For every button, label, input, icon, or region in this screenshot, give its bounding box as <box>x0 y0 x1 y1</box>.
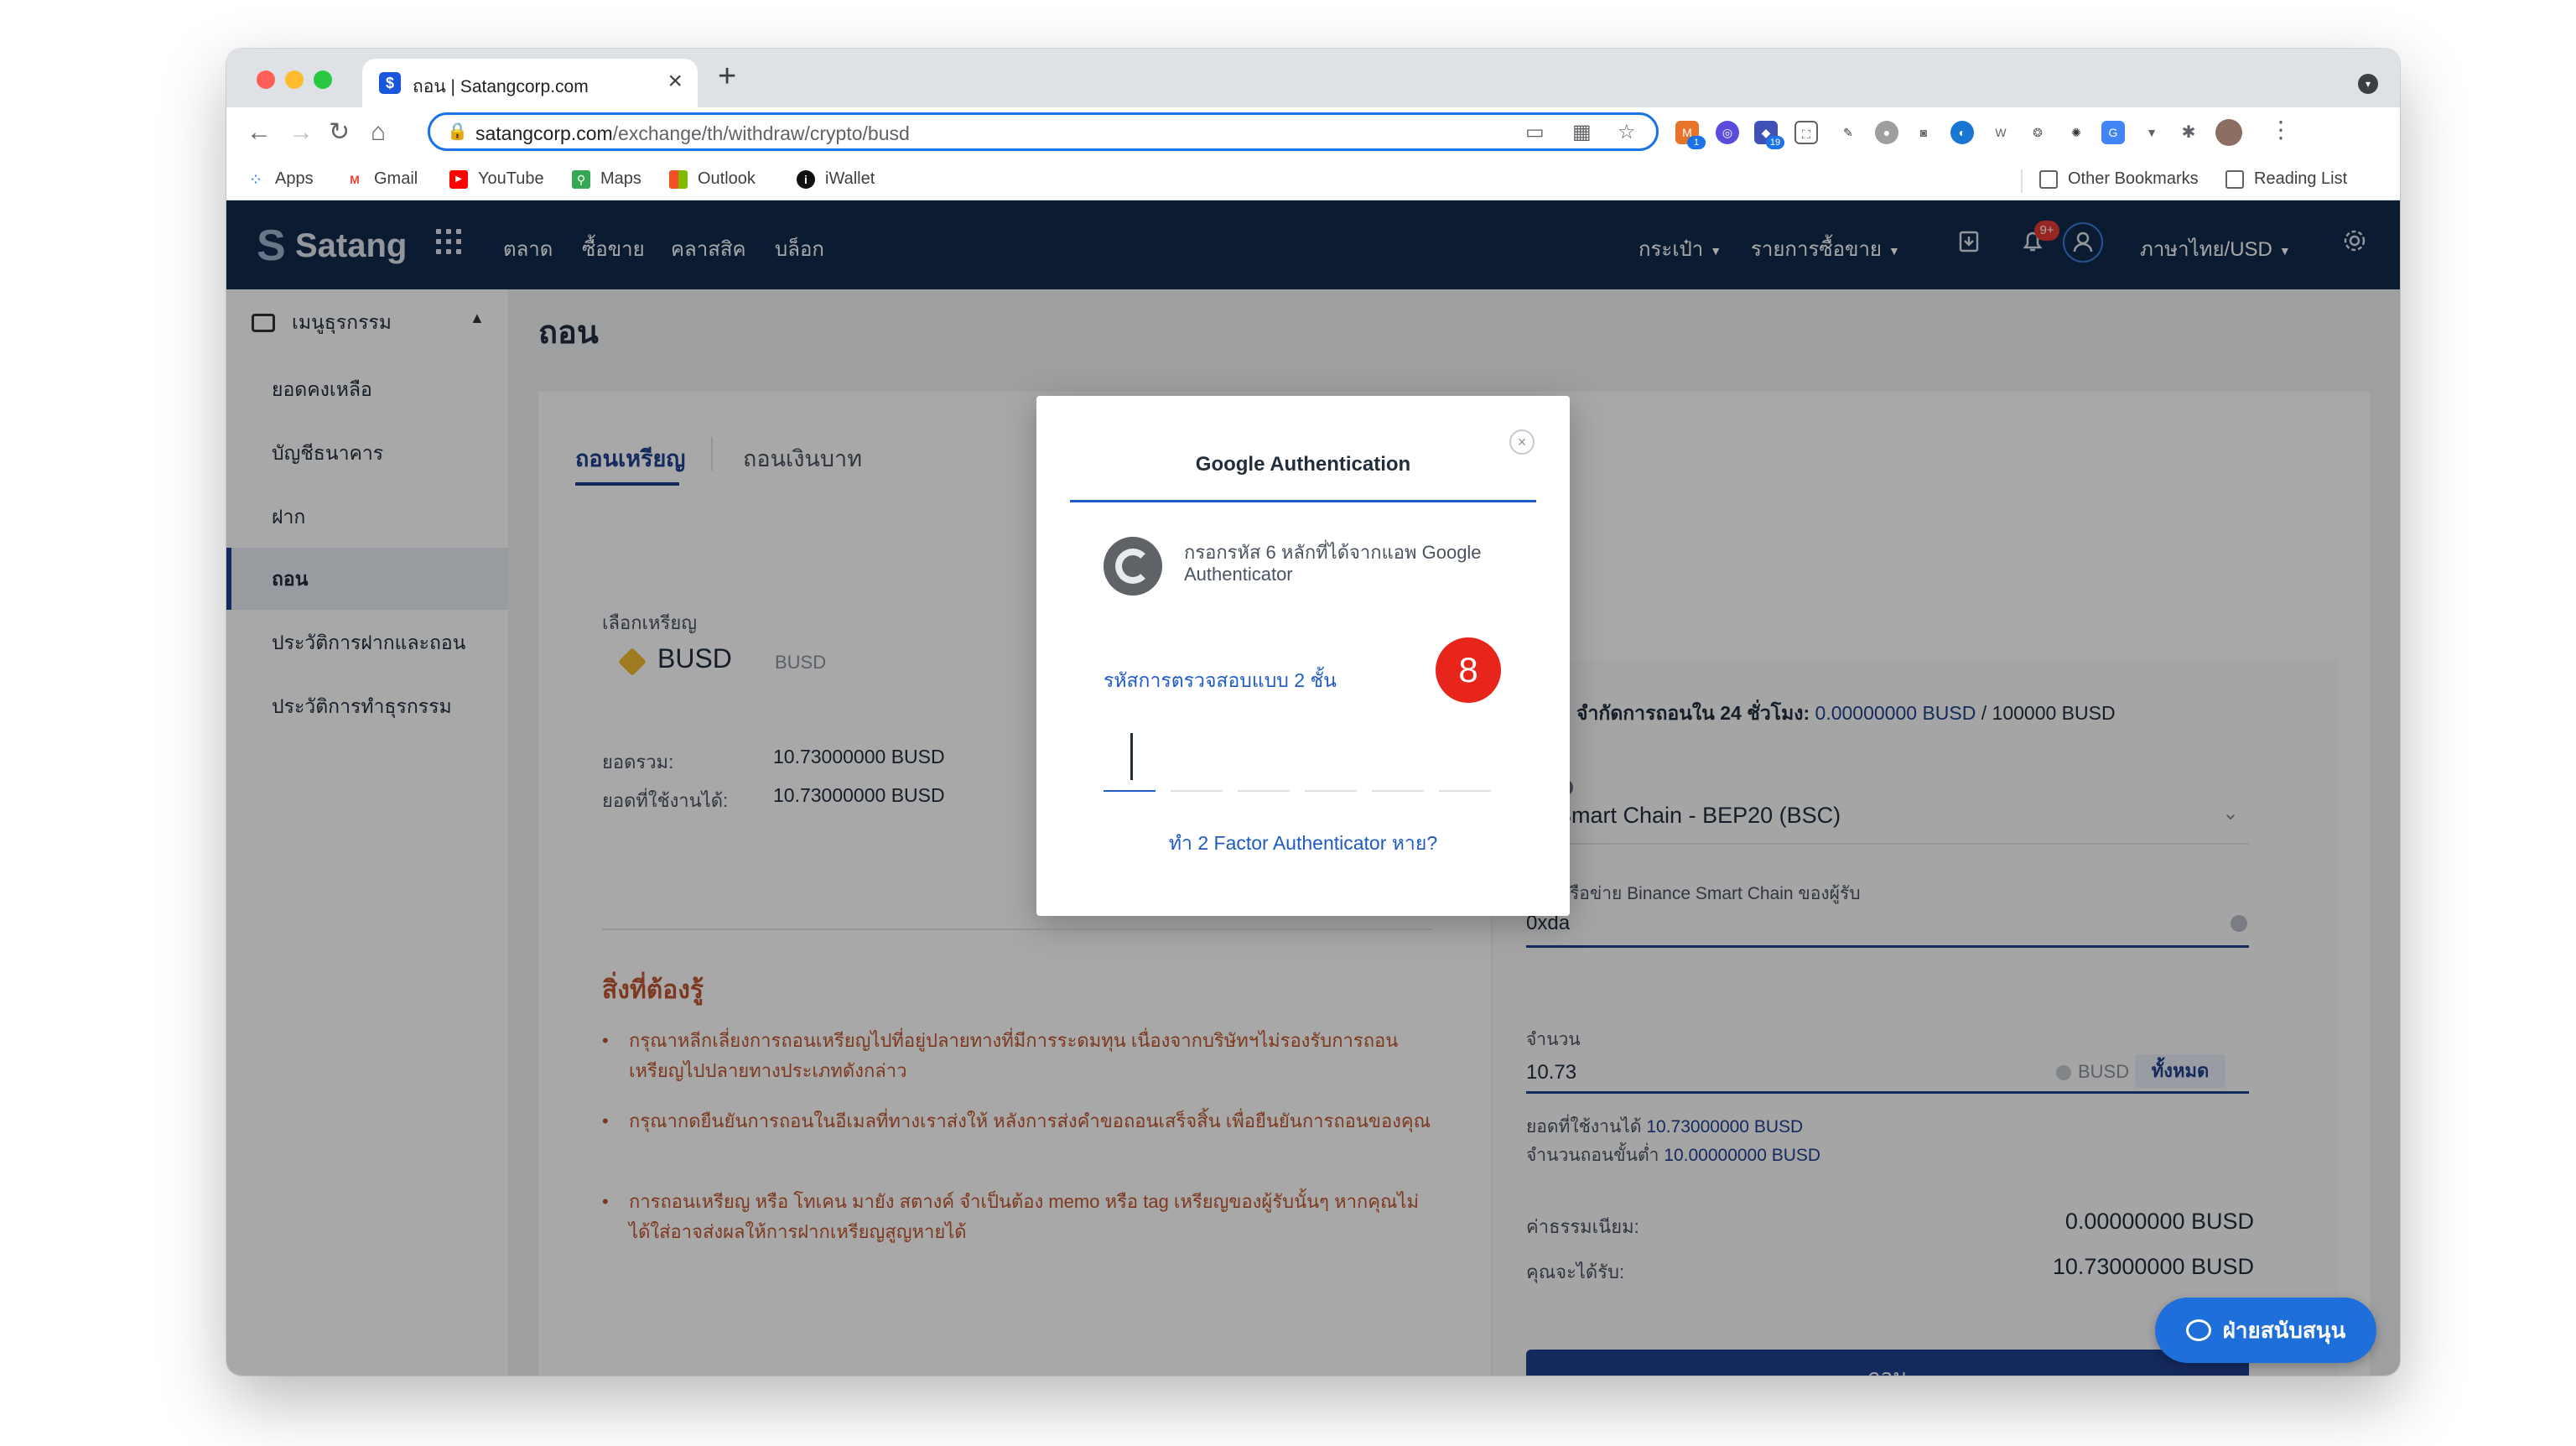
eyedropper-extension-icon[interactable]: ✎ <box>1836 121 1860 144</box>
two-factor-code-label: รหัสการตรวจสอบแบบ 2 ชั้น <box>1104 669 1337 691</box>
iwallet-icon: i <box>797 169 815 189</box>
tab-strip: $ ถอน | Satangcorp.com × + ▾ <box>226 49 2400 107</box>
youtube-icon: ▶ <box>449 169 468 189</box>
minimize-window-button[interactable] <box>285 70 304 89</box>
camera-extension-icon[interactable]: ◙ <box>1912 121 1935 144</box>
lock-icon[interactable]: 🔒 <box>447 121 468 142</box>
other-bookmarks[interactable]: Other Bookmarks <box>2039 169 2199 189</box>
address-bar[interactable]: 🔒 satangcorp.com/exchange/th/withdraw/cr… <box>428 112 1659 151</box>
lost-2fa-link[interactable]: ทำ 2 Factor Authenticator หาย? <box>1036 829 1570 859</box>
support-label: ฝ่ายสนับสนุน <box>2222 1317 2346 1343</box>
wikipedia-extension-icon[interactable]: W <box>1989 121 2012 144</box>
bookmarks-bar: ⁘ Apps M Gmail ▶ YouTube ⚲ Maps Outlook i iWa… <box>226 161 2400 200</box>
modal-title-underline <box>1070 500 1536 502</box>
url-text: satangcorp.com/exchange/th/withdraw/cryp… <box>475 122 910 144</box>
metamask-extension-icon[interactable]: M1 <box>1675 121 1706 149</box>
reload-icon[interactable]: ↻ <box>329 116 350 149</box>
browser-window: $ ถอน | Satangcorp.com × + ▾ ← → ↻ ⌂ 🔒 s… <box>226 49 2400 1376</box>
satang-favicon-icon: $ <box>379 72 401 94</box>
browser-menu-icon[interactable]: ⋮ <box>2269 117 2293 143</box>
bookmark-star-icon[interactable]: ☆ <box>1618 120 1636 144</box>
modal-title: Google Authentication <box>1195 453 1411 476</box>
extension-icon[interactable]: ◐ <box>1950 121 1974 144</box>
cast-icon[interactable]: ▭ <box>1525 120 1545 144</box>
bookmark-iwallet[interactable]: i iWallet <box>797 169 875 189</box>
text-cursor <box>1130 733 1133 780</box>
reading-list[interactable]: Reading List <box>2225 169 2347 189</box>
qr-code-icon[interactable]: ▦ <box>1572 120 1592 144</box>
microsoft-icon <box>669 169 688 189</box>
extension-icon[interactable]: ❂ <box>2026 121 2049 144</box>
tab-close-icon[interactable]: × <box>667 69 683 94</box>
google-auth-modal: × Google Authentication กรอกรหัส 6 หลักท… <box>1036 396 1570 916</box>
bookmarks-separator <box>2021 169 2023 193</box>
bookmark-outlook[interactable]: Outlook <box>669 169 756 189</box>
code-digit-input[interactable] <box>1171 790 1223 792</box>
code-digit-input[interactable] <box>1104 790 1156 792</box>
google-authenticator-icon <box>1104 537 1162 596</box>
extensions-puzzle-icon[interactable]: ✱ <box>2177 121 2200 144</box>
code-digit-input[interactable] <box>1439 790 1491 792</box>
modal-instruction: กรอกรหัส 6 หลักที่ได้จากแอพ Google Authe… <box>1184 542 1482 585</box>
chat-bubble-icon <box>2185 1319 2211 1341</box>
step-number-badge: 8 <box>1436 637 1501 703</box>
new-tab-button[interactable]: + <box>718 60 736 92</box>
apps-grid-icon: ⁘ <box>251 172 261 186</box>
bookmark-gmail[interactable]: M Gmail <box>345 169 418 189</box>
forward-icon[interactable]: → <box>288 116 314 149</box>
close-icon[interactable]: × <box>1509 429 1535 455</box>
translate-extension-icon[interactable]: G <box>2101 121 2125 144</box>
bookmark-youtube[interactable]: ▶ YouTube <box>449 169 544 189</box>
support-chat-button[interactable]: ฝ่ายสนับสนุน <box>2155 1298 2376 1363</box>
back-icon[interactable]: ← <box>247 116 272 149</box>
code-digit-input[interactable] <box>1372 790 1424 792</box>
code-digit-input[interactable] <box>1238 790 1290 792</box>
screenshot-extension-icon[interactable]: ⛶ <box>1794 121 1818 144</box>
gmail-icon: M <box>350 172 360 186</box>
tab-search-icon[interactable]: ▾ <box>2358 74 2378 94</box>
tab-title: ถอน | Satangcorp.com <box>413 77 589 96</box>
bookmark-apps[interactable]: ⁘ Apps <box>247 169 313 189</box>
browser-toolbar: ← → ↻ ⌂ 🔒 satangcorp.com/exchange/th/wit… <box>226 107 2400 161</box>
browser-tab[interactable]: $ ถอน | Satangcorp.com × <box>362 59 698 107</box>
code-digit-input[interactable] <box>1305 790 1357 792</box>
extension-icon[interactable]: ✺ <box>2064 121 2088 144</box>
bookmark-maps[interactable]: ⚲ Maps <box>572 169 641 189</box>
close-window-button[interactable] <box>257 70 275 89</box>
maximize-window-button[interactable] <box>314 70 332 89</box>
home-icon[interactable]: ⌂ <box>371 116 386 149</box>
vue-extension-icon[interactable]: ▼ <box>2140 121 2163 144</box>
folder-icon <box>2039 169 2058 189</box>
extension-icon[interactable]: ● <box>1875 121 1898 144</box>
extension-icon[interactable]: ◆ 19 <box>1754 121 1784 149</box>
reading-list-icon <box>2225 169 2244 189</box>
maps-icon: ⚲ <box>572 169 590 189</box>
satang-app: S Satang ตลาด ซื้อขาย คลาสสิค บล็อก กระเ… <box>226 200 2400 1376</box>
extension-icon[interactable]: ◎ <box>1716 121 1739 144</box>
profile-avatar[interactable] <box>2215 119 2242 146</box>
